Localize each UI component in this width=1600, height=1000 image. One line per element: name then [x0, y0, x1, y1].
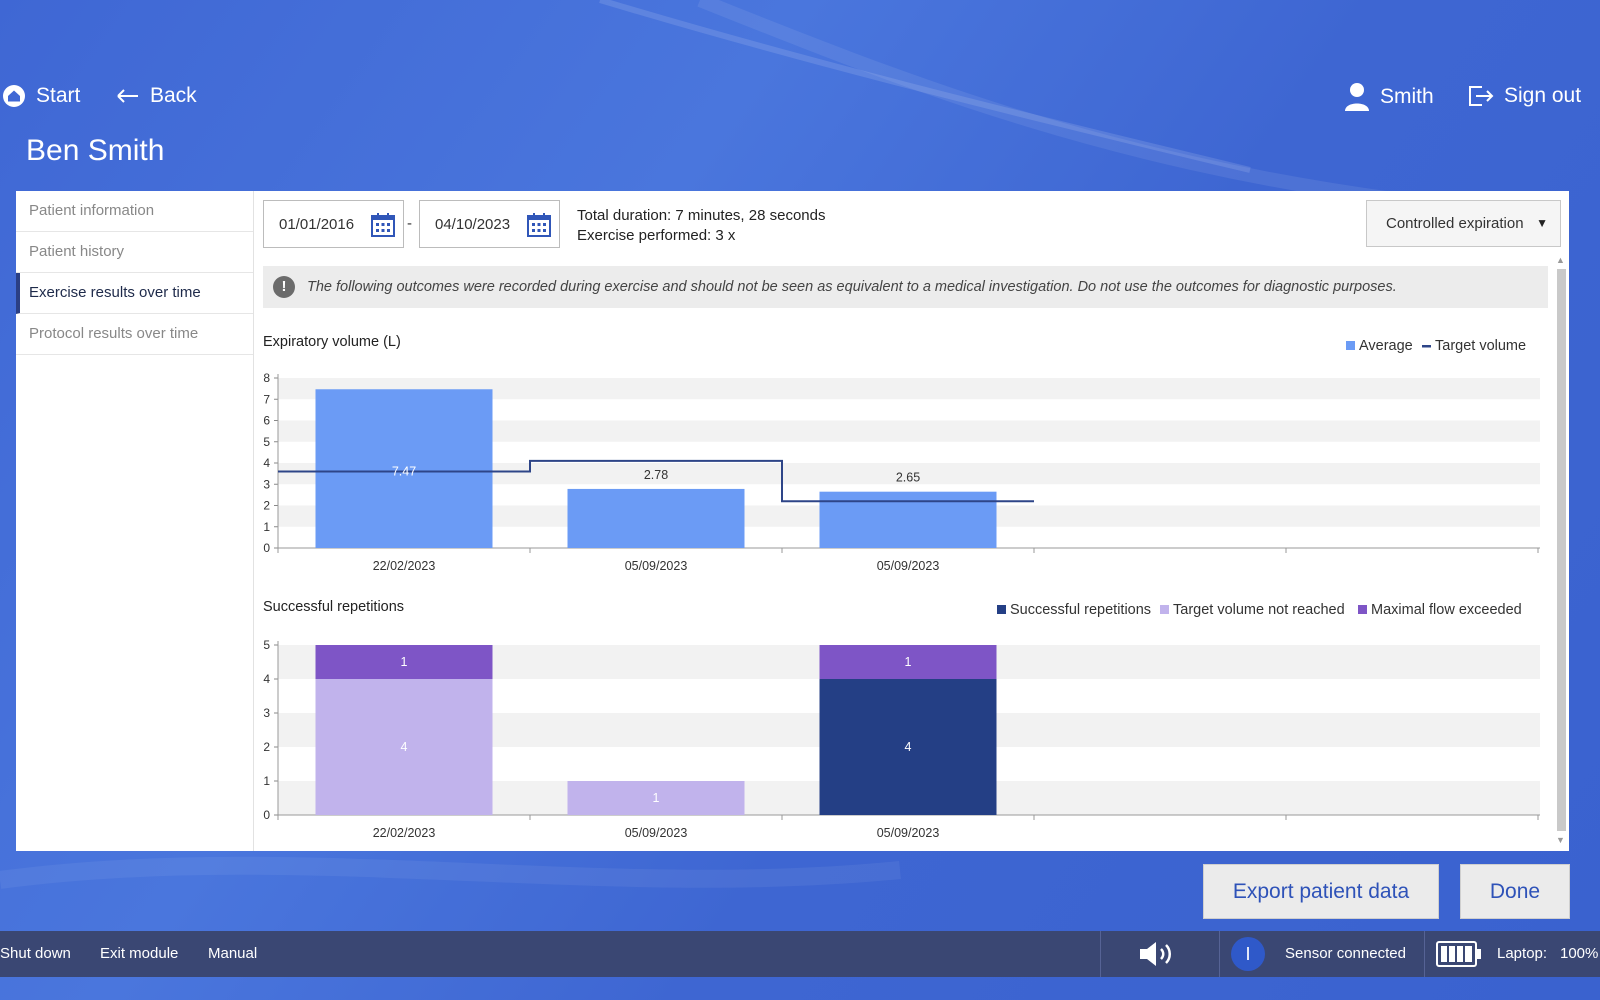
- vertical-scrollbar[interactable]: ▲ ▼: [1555, 255, 1567, 845]
- chart1-y-tick-label: 3: [263, 477, 270, 491]
- sidebar-item-protocol-results[interactable]: Protocol results over time: [16, 314, 253, 355]
- sign-out-label: Sign out: [1504, 84, 1582, 107]
- scroll-down-icon[interactable]: ▼: [1556, 835, 1565, 845]
- chart1-y-tick-label: 8: [263, 371, 270, 385]
- chart2-x-tick-label: 05/09/2023: [625, 826, 688, 840]
- bar-average: [819, 491, 997, 548]
- legend-swatch-maximal-flow-exceeded: [1358, 605, 1367, 614]
- legend-label-target-volume: Target volume: [1435, 338, 1526, 354]
- legend-label-target-volume-not-reached: Target volume not reached: [1173, 602, 1345, 618]
- scroll-thumb[interactable]: [1557, 269, 1566, 831]
- top-navigation: Start Back Smith Sign out: [0, 80, 1600, 116]
- chart2-y-tick-label: 2: [263, 740, 270, 754]
- sidebar: Patient information Patient history Exer…: [16, 191, 254, 851]
- chart1-y-tick-label: 5: [263, 435, 270, 449]
- bar-maximal-flow-exceeded-value-label: 1: [401, 655, 408, 669]
- battery-value: 100%: [1560, 945, 1599, 962]
- legend-swatch-target-volume: [1422, 345, 1431, 348]
- status-divider: [1424, 931, 1425, 977]
- sidebar-item-patient-history[interactable]: Patient history: [16, 232, 253, 273]
- user-menu[interactable]: Smith: [1344, 82, 1434, 112]
- home-icon: [3, 85, 25, 107]
- chart1-y-tick-label: 4: [263, 456, 270, 470]
- sign-out-button[interactable]: Sign out: [1468, 84, 1581, 108]
- sidebar-item-exercise-results[interactable]: Exercise results over time: [16, 273, 253, 314]
- chart2-y-tick-label: 0: [263, 808, 270, 822]
- patient-name: Ben Smith: [26, 134, 165, 167]
- battery-label: Laptop:: [1497, 945, 1548, 962]
- chart1-y-tick-label: 2: [263, 499, 270, 513]
- bar-average-value-label: 2.78: [644, 468, 668, 482]
- battery-icon: [1436, 941, 1481, 967]
- sidebar-item-patient-information[interactable]: Patient information: [16, 191, 253, 232]
- chart2-title: Successful repetitions: [263, 599, 404, 615]
- chart1-y-tick-label: 6: [263, 414, 270, 428]
- back-button[interactable]: Back: [116, 84, 197, 108]
- chart2-y-tick-label: 5: [263, 638, 270, 652]
- done-button[interactable]: Done: [1460, 864, 1570, 919]
- sign-out-icon: [1469, 86, 1494, 106]
- bar-successful-repetitions-value-label: 4: [905, 740, 912, 754]
- chart1-y-tick-label: 1: [263, 520, 270, 534]
- status-divider: [1219, 931, 1220, 977]
- arrow-left-icon: [117, 89, 138, 103]
- chart2-y-tick-label: 1: [263, 774, 270, 788]
- chart1-x-tick-label: 05/09/2023: [877, 559, 940, 573]
- legend-label-average: Average: [1359, 338, 1413, 354]
- back-label: Back: [150, 84, 197, 107]
- status-bar: Shut down Exit module Manual I Sensor co…: [0, 931, 1600, 977]
- sensor-status-icon: I: [1231, 937, 1265, 971]
- user-icon: [1345, 83, 1369, 111]
- content-area: 01/01/2016 - 04/10/2023 Total duration: …: [255, 191, 1569, 851]
- sensor-status-text: Sensor connected: [1285, 945, 1406, 962]
- chart2-y-tick-label: 4: [263, 672, 270, 686]
- bar-target-volume-not-reached-value-label: 1: [653, 791, 660, 805]
- chart1-title: Expiratory volume (L): [263, 334, 401, 350]
- legend-swatch-successful-repetitions: [997, 605, 1006, 614]
- chart2-y-tick-label: 3: [263, 706, 270, 720]
- chart1-y-tick-label: 0: [263, 541, 270, 555]
- legend-swatch-average: [1346, 341, 1355, 350]
- shut-down-button[interactable]: Shut down: [0, 945, 71, 962]
- manual-button[interactable]: Manual: [208, 945, 257, 962]
- bar-average-value-label: 7.47: [392, 465, 416, 479]
- export-patient-data-button[interactable]: Export patient data: [1203, 864, 1439, 919]
- start-label: Start: [36, 84, 81, 107]
- legend-label-successful-repetitions: Successful repetitions: [1010, 602, 1151, 618]
- bar-target-volume-not-reached-value-label: 4: [401, 740, 408, 754]
- main-panel: Patient information Patient history Exer…: [16, 191, 1569, 851]
- chart1-x-tick-label: 05/09/2023: [625, 559, 688, 573]
- legend-label-maximal-flow-exceeded: Maximal flow exceeded: [1371, 602, 1522, 618]
- charts-canvas: Expiratory volume (L) Average Target volum…: [263, 334, 1540, 840]
- exit-module-button[interactable]: Exit module: [100, 945, 178, 962]
- chart1-y-tick-label: 7: [263, 392, 270, 406]
- legend-swatch-target-volume-not-reached: [1160, 605, 1169, 614]
- scroll-up-icon[interactable]: ▲: [1556, 255, 1565, 265]
- chart2-x-tick-label: 22/02/2023: [373, 826, 436, 840]
- bar-average-value-label: 2.65: [896, 471, 920, 485]
- start-button[interactable]: Start: [2, 84, 80, 108]
- chart1-x-tick-label: 22/02/2023: [373, 559, 436, 573]
- status-divider: [1100, 931, 1101, 977]
- bar-maximal-flow-exceeded-value-label: 1: [905, 655, 912, 669]
- speaker-icon[interactable]: [1138, 940, 1178, 968]
- bar-average: [567, 488, 745, 548]
- chart2-x-tick-label: 05/09/2023: [877, 826, 940, 840]
- user-name: Smith: [1380, 85, 1434, 108]
